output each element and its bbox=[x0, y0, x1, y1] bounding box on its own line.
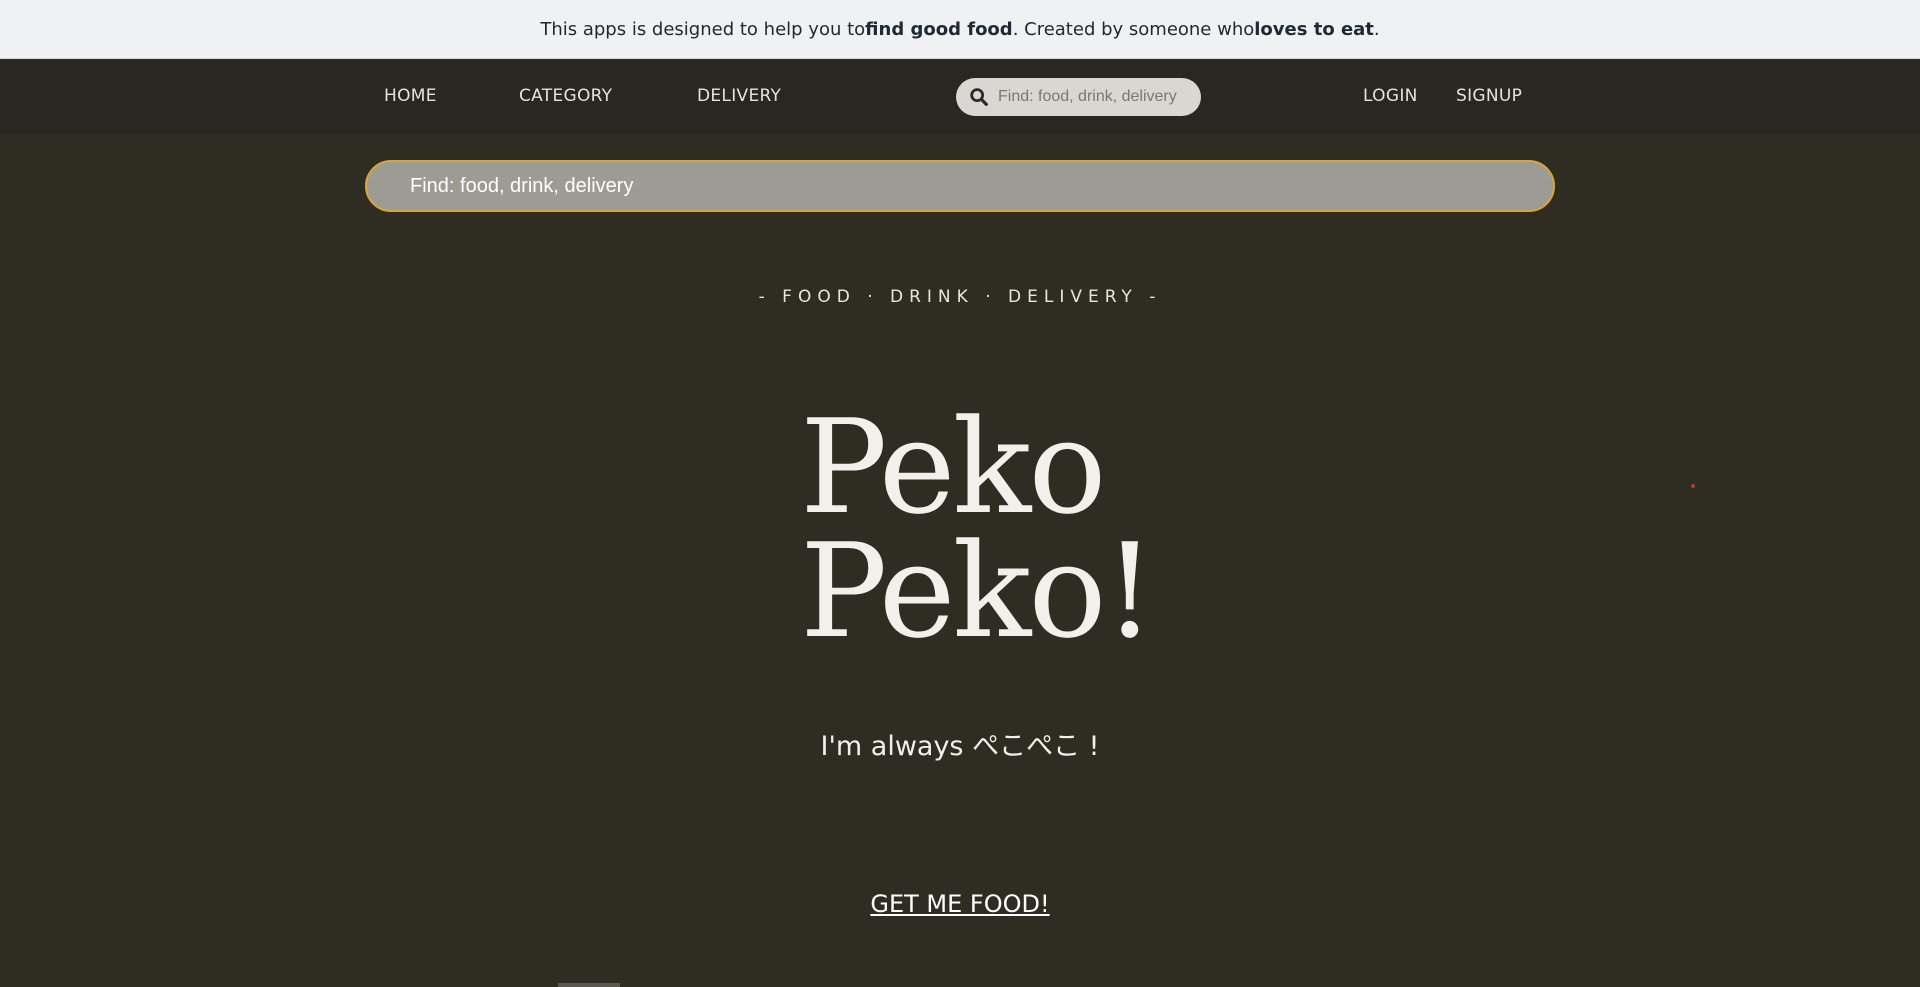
nav-signup-link[interactable]: SIGNUP bbox=[1456, 86, 1522, 106]
search-icon bbox=[970, 88, 988, 106]
banner-text-2: . Created by someone who bbox=[1012, 18, 1255, 40]
hero-title-line-2: Peko! bbox=[800, 515, 1156, 667]
hero-title: Peko Peko! bbox=[800, 391, 1300, 667]
top-navbar: HOME CATEGORY DELIVERY LOGIN SIGNUP bbox=[0, 60, 1920, 135]
banner-bold-find-good-food: find good food bbox=[865, 18, 1013, 40]
nav-login-link[interactable]: LOGIN bbox=[1363, 86, 1418, 106]
nav-search-box[interactable] bbox=[956, 78, 1201, 116]
nav-search-input[interactable] bbox=[998, 88, 1193, 106]
main-search-input[interactable] bbox=[410, 174, 1510, 198]
nav-category-link[interactable]: CATEGORY bbox=[519, 86, 612, 106]
hero-subtitle: I'm always ぺこぺこ ! bbox=[820, 731, 1100, 762]
hero-tagline: - FOOD · DRINK · DELIVERY - bbox=[758, 287, 1162, 307]
nav-home-link[interactable]: HOME bbox=[384, 86, 437, 106]
red-dot-marker bbox=[1691, 484, 1695, 488]
info-banner: This apps is designed to help you to fin… bbox=[0, 0, 1920, 59]
banner-text-3: . bbox=[1373, 18, 1380, 40]
hero-title-line-1: Peko bbox=[800, 391, 1107, 543]
cta-container: GET ME FOOD! bbox=[0, 890, 1920, 918]
banner-bold-loves-to-eat: loves to eat bbox=[1254, 18, 1374, 40]
get-me-food-link[interactable]: GET ME FOOD! bbox=[870, 890, 1049, 918]
banner-text-1: This apps is designed to help you to bbox=[540, 18, 866, 40]
main-search-box[interactable] bbox=[365, 160, 1555, 212]
bottom-scroll-tab bbox=[558, 983, 620, 987]
nav-delivery-link[interactable]: DELIVERY bbox=[697, 86, 781, 106]
